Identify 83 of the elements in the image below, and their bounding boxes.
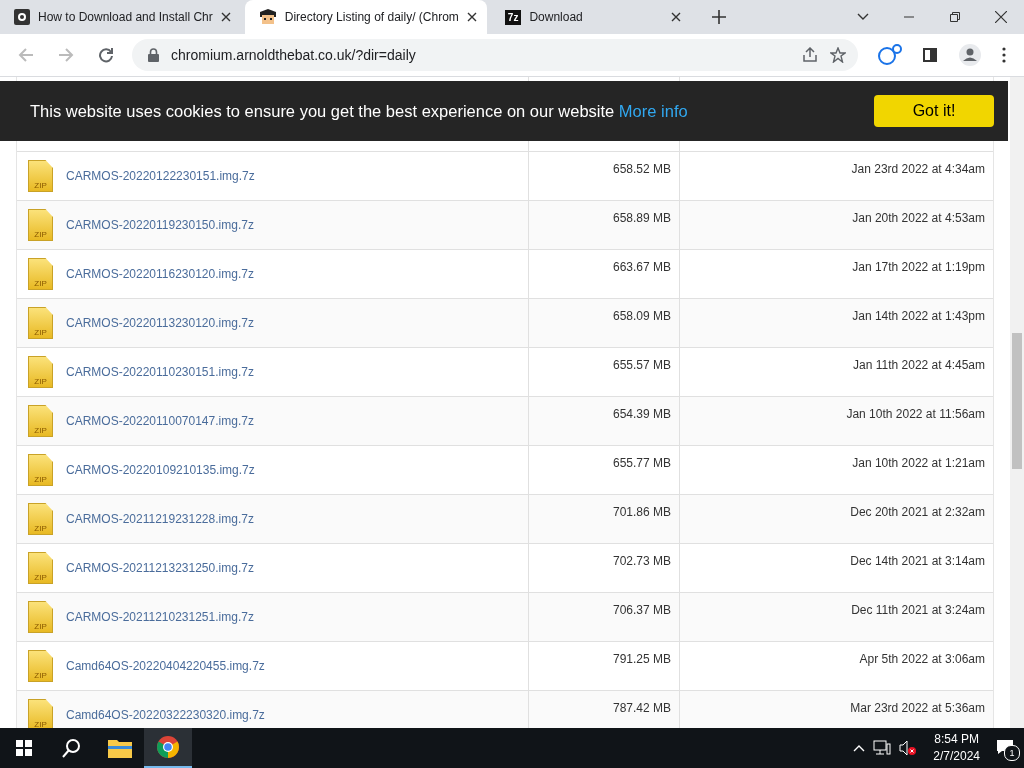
file-date: Dec 11th 2021 at 3:24am <box>851 603 985 617</box>
profile-icon[interactable] <box>959 44 981 66</box>
cookie-message: This website uses cookies to ensure you get the best experience on our website More info <box>30 101 689 121</box>
cartoon-head-icon <box>258 9 277 25</box>
file-size: 654.39 MB <box>612 407 671 421</box>
file-date: Jan 17th 2022 at 1:19pm <box>852 260 985 274</box>
zip-file-icon: ZIP <box>28 601 53 633</box>
zip-file-icon: ZIP <box>28 356 53 388</box>
file-link[interactable]: CARMOS-20211213231250.img.7z <box>66 561 254 575</box>
file-date: Jan 11th 2022 at 4:45am <box>853 358 985 372</box>
restore-icon[interactable] <box>950 12 960 22</box>
close-icon[interactable] <box>670 12 681 22</box>
muted-speaker-icon[interactable] <box>899 740 918 756</box>
camera-icon <box>14 9 30 25</box>
zip-file-icon: ZIP <box>28 503 53 535</box>
more-info-link[interactable]: More info <box>618 101 688 120</box>
file-size: 655.57 MB <box>612 358 671 372</box>
file-link[interactable]: CARMOS-20211219231228.img.7z <box>66 512 254 526</box>
chevron-up-icon[interactable] <box>853 744 866 752</box>
zip-file-icon: ZIP <box>28 258 53 290</box>
file-size: 655.77 MB <box>612 456 671 470</box>
file-date: Mar 23rd 2022 at 5:36am <box>850 701 985 715</box>
file-size: 706.37 MB <box>612 603 671 617</box>
file-date: Jan 20th 2022 at 4:53am <box>852 211 985 225</box>
windows-start-icon[interactable] <box>16 740 32 756</box>
search-icon[interactable] <box>62 738 82 758</box>
reload-icon[interactable] <box>98 47 114 63</box>
browser-tab[interactable]: Directory Listing of daily/ (Chrom <box>244 0 487 34</box>
close-icon[interactable] <box>220 12 231 22</box>
folder-icon <box>108 738 132 758</box>
file-link[interactable]: CARMOS-20220122230151.img.7z <box>66 169 255 183</box>
file-size: 658.09 MB <box>612 309 671 323</box>
file-date: Apr 5th 2022 at 3:06am <box>859 652 985 666</box>
clock[interactable]: 8:54 PM 2/7/2024 <box>925 731 988 765</box>
star-icon[interactable] <box>830 47 846 63</box>
file-link[interactable]: CARMOS-20220109210135.img.7z <box>66 463 255 477</box>
file-size: 663.67 MB <box>612 260 671 274</box>
chrome-icon <box>156 735 180 759</box>
chevron-down-icon[interactable] <box>857 13 869 21</box>
plus-icon[interactable] <box>711 10 726 24</box>
file-size: 658.89 MB <box>612 211 671 225</box>
zip-file-icon: ZIP <box>28 454 53 486</box>
notification-count: 1 <box>1004 745 1020 761</box>
zip-file-icon: ZIP <box>28 307 53 339</box>
zip-file-icon: ZIP <box>28 160 53 192</box>
address-bar[interactable]: chromium.arnoldthebat.co.uk/?dir=daily <box>132 39 858 71</box>
file-date: Dec 14th 2021 at 3:14am <box>850 554 985 568</box>
file-date: Jan 10th 2022 at 11:56am <box>846 407 985 421</box>
file-link[interactable]: CARMOS-20220110070147.img.7z <box>66 414 254 428</box>
share-icon[interactable] <box>802 47 818 63</box>
file-link[interactable]: Camd64OS-20220322230320.img.7z <box>66 708 265 722</box>
file-size: 791.25 MB <box>612 652 671 666</box>
file-size: 787.42 MB <box>612 701 671 715</box>
file-link[interactable]: CARMOS-20220116230120.img.7z <box>66 267 254 281</box>
file-date: Jan 14th 2022 at 1:43pm <box>852 309 985 323</box>
scrollbar[interactable] <box>1010 77 1024 728</box>
file-link[interactable]: CARMOS-20220119230150.img.7z <box>66 218 254 232</box>
close-icon[interactable] <box>466 12 477 22</box>
file-size: 702.73 MB <box>612 554 671 568</box>
zip-file-icon: ZIP <box>28 405 53 437</box>
zip-file-icon: ZIP <box>28 209 53 241</box>
zip-file-icon: ZIP <box>28 552 53 584</box>
side-panel-icon[interactable] <box>923 48 937 62</box>
browser-tab[interactable]: 7z Download <box>490 0 691 34</box>
file-link[interactable]: Camd64OS-20220404220455.img.7z <box>66 659 265 673</box>
file-date: Dec 20th 2021 at 2:32am <box>850 505 985 519</box>
file-size: 658.52 MB <box>612 162 671 176</box>
menu-icon[interactable] <box>1002 47 1006 63</box>
network-icon[interactable] <box>873 740 892 756</box>
sevenzip-icon: 7z <box>504 9 522 25</box>
file-date: Jan 23rd 2022 at 4:34am <box>851 162 985 176</box>
lock-icon <box>148 48 159 62</box>
taskbar-app-button[interactable] <box>144 728 192 768</box>
file-link[interactable]: CARMOS-20220110230151.img.7z <box>66 365 254 379</box>
zip-file-icon: ZIP <box>28 650 53 682</box>
file-link[interactable]: CARMOS-20211210231251.img.7z <box>66 610 254 624</box>
file-date: Jan 10th 2022 at 1:21am <box>852 456 985 470</box>
got-it-button[interactable]: Got it! <box>874 95 994 127</box>
file-link[interactable]: CARMOS-20220113230120.img.7z <box>66 316 254 330</box>
zip-file-icon: ZIP <box>28 699 53 728</box>
file-size: 701.86 MB <box>612 505 671 519</box>
close-icon[interactable] <box>995 11 1007 23</box>
browser-tab[interactable]: How to Download and Install Chr <box>0 0 241 34</box>
